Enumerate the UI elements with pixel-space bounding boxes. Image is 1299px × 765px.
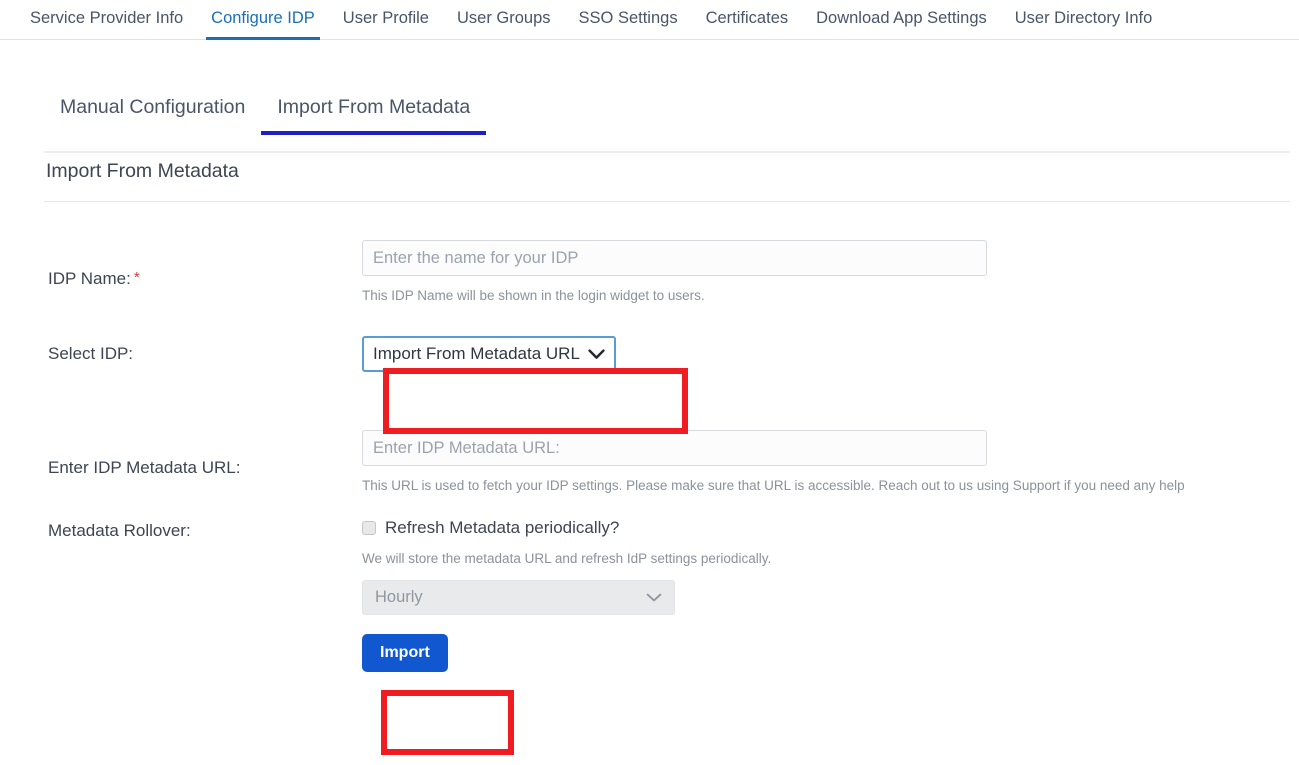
primary-tab-bar: Service Provider Info Configure IDP User… (0, 0, 1299, 40)
tab-label: Download App Settings (816, 9, 987, 27)
tab-user-profile[interactable]: User Profile (329, 0, 443, 39)
idp-name-help-text: This IDP Name will be shown in the login… (362, 288, 705, 303)
tab-download-app-settings[interactable]: Download App Settings (802, 0, 1001, 39)
select-idp-label: Select IDP: (0, 336, 362, 365)
tab-sso-settings[interactable]: SSO Settings (565, 0, 692, 39)
subtab-label: Import From Metadata (277, 96, 471, 118)
refresh-frequency-dropdown[interactable]: Hourly (362, 580, 675, 615)
tab-label: Configure IDP (211, 9, 315, 27)
refresh-metadata-checkbox-label[interactable]: Refresh Metadata periodically? (385, 517, 619, 538)
select-idp-dropdown[interactable]: Import From Metadata URL (362, 336, 616, 372)
form-row-idp-name: IDP Name:* This IDP Name will be shown i… (0, 240, 1299, 304)
import-button[interactable]: Import (362, 634, 448, 672)
submit-control: Import (362, 634, 1299, 672)
secondary-tab-divider (44, 151, 1290, 153)
metadata-rollover-label: Metadata Rollover: (0, 517, 362, 542)
tab-label: SSO Settings (578, 9, 678, 27)
metadata-rollover-help-text: We will store the metadata URL and refre… (362, 551, 772, 566)
tab-label: Certificates (705, 9, 789, 27)
secondary-tab-list: Manual Configuration Import From Metadat… (44, 90, 1299, 135)
idp-name-input[interactable] (362, 240, 987, 276)
subtab-import-from-metadata[interactable]: Import From Metadata (261, 90, 487, 135)
form-row-metadata-url: Enter IDP Metadata URL: This URL is used… (0, 430, 1299, 494)
required-asterisk: * (133, 269, 140, 286)
chevron-down-icon (588, 348, 605, 360)
select-idp-selected-value: Import From Metadata URL (373, 344, 580, 363)
select-idp-control: Import From Metadata URL (362, 336, 1299, 372)
tab-user-directory-info[interactable]: User Directory Info (1001, 0, 1167, 39)
metadata-rollover-control: Refresh Metadata periodically? We will s… (362, 517, 1299, 615)
import-button-highlight-annotation (381, 690, 514, 755)
select-idp-label-text: Select IDP: (48, 344, 134, 363)
tab-label: Service Provider Info (30, 9, 184, 27)
tab-certificates[interactable]: Certificates (692, 0, 803, 39)
idp-name-control: This IDP Name will be shown in the login… (362, 240, 1299, 304)
subtab-manual-configuration[interactable]: Manual Configuration (44, 90, 261, 133)
metadata-rollover-label-text: Metadata Rollover: (48, 521, 191, 540)
subtab-label: Manual Configuration (60, 96, 246, 118)
tab-label: User Profile (342, 9, 429, 27)
page-title: Import From Metadata (46, 160, 239, 182)
tab-label: User Directory Info (1014, 9, 1153, 27)
metadata-url-control: This URL is used to fetch your IDP setti… (362, 430, 1299, 494)
metadata-url-input[interactable] (362, 430, 987, 466)
chevron-down-icon (646, 593, 662, 603)
form-row-metadata-rollover: Metadata Rollover: Refresh Metadata peri… (0, 517, 1299, 615)
refresh-metadata-checkbox-row: Refresh Metadata periodically? (362, 517, 1299, 538)
idp-name-label-text: IDP Name: (48, 269, 131, 288)
tab-configure-idp[interactable]: Configure IDP (197, 0, 329, 40)
metadata-url-label-text: Enter IDP Metadata URL: (48, 458, 241, 477)
metadata-url-help-text: This URL is used to fetch your IDP setti… (362, 478, 1185, 493)
refresh-frequency-selected-value: Hourly (375, 588, 423, 606)
form-row-submit: Import (0, 634, 1299, 672)
refresh-metadata-checkbox[interactable] (362, 520, 376, 535)
tab-user-groups[interactable]: User Groups (443, 0, 565, 39)
form-row-select-idp: Select IDP: Import From Metadata URL (0, 336, 1299, 372)
metadata-url-label: Enter IDP Metadata URL: (0, 430, 362, 479)
import-from-metadata-form: IDP Name:* This IDP Name will be shown i… (0, 202, 1299, 672)
secondary-tab-bar: Manual Configuration Import From Metadat… (0, 90, 1299, 135)
idp-name-label: IDP Name: * (0, 240, 362, 290)
tab-service-provider-info[interactable]: Service Provider Info (16, 0, 197, 39)
tab-label: User Groups (457, 9, 551, 27)
